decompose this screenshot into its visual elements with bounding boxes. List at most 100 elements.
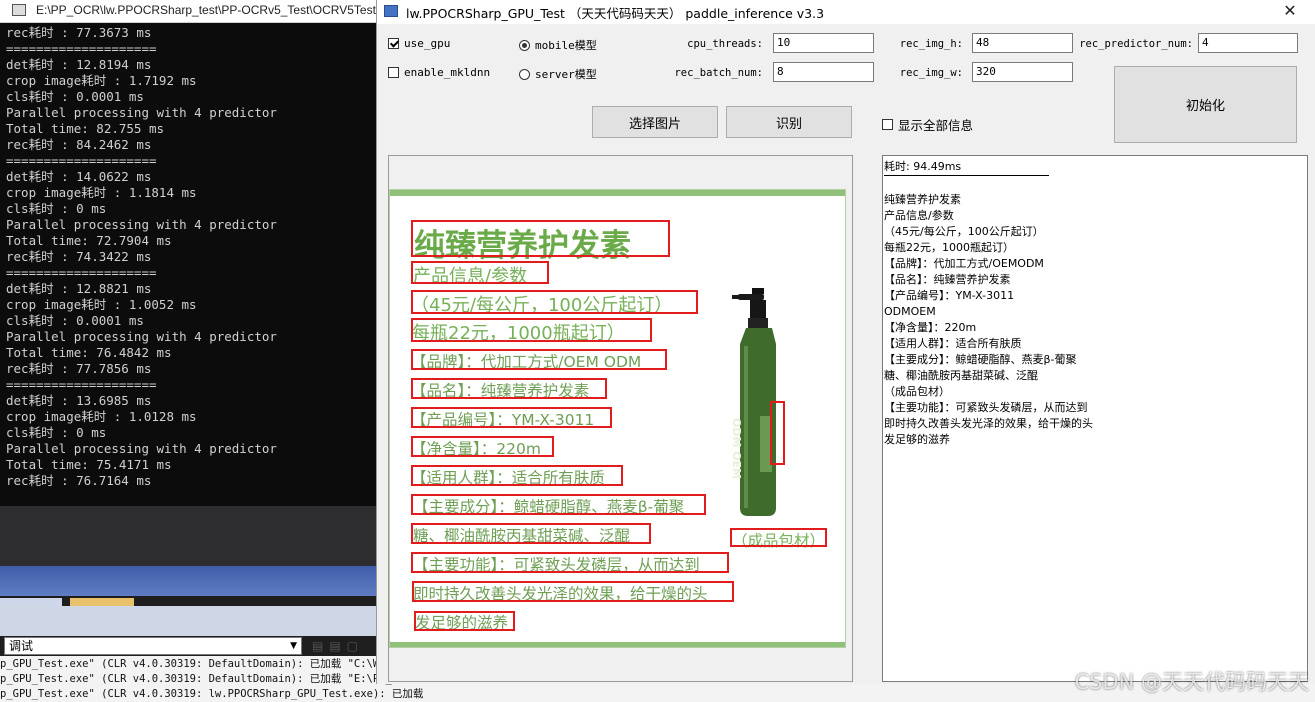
app-titlebar: lw.PPOCRSharp_GPU_Test （天天代码码天天） paddle_… (377, 0, 1315, 24)
ide-toolbar (0, 606, 380, 636)
detection-box (411, 494, 706, 515)
detection-box (411, 290, 698, 314)
detection-box (411, 261, 549, 284)
rec-img-w-input[interactable]: 320 (972, 62, 1073, 82)
detection-box (411, 436, 554, 457)
console-line: crop image耗时 : 1.0128 ms (6, 409, 197, 424)
console-line: crop image耗时 : 1.1814 ms (6, 185, 197, 200)
console-line: det耗时 : 12.8194 ms (6, 57, 152, 72)
rec-batch-num-input[interactable]: 8 (773, 62, 874, 82)
server-model-radio[interactable]: server模型 (519, 66, 597, 82)
console-line: det耗时 : 12.8821 ms (6, 281, 152, 296)
ide-editor-area (0, 506, 380, 566)
solution-config-value: 调试 (9, 639, 34, 653)
result-time-line: 耗时: 94.49ms (884, 160, 962, 173)
detection-box (412, 581, 734, 602)
console-line: ==================== (6, 377, 157, 392)
detection-box (411, 465, 623, 486)
console-line: Parallel processing with 4 predictor (6, 329, 277, 344)
console-line: cls耗时 : 0.0001 ms (6, 313, 144, 328)
console-line: Parallel processing with 4 predictor (6, 441, 277, 456)
result-line: ODMOEM (884, 305, 936, 318)
console-line: ==================== (6, 265, 157, 280)
mobile-model-radio[interactable]: mobile模型 (519, 37, 597, 53)
detection-box (411, 552, 729, 573)
console-line: rec耗时 : 74.3422 ms (6, 249, 152, 264)
result-line: （45元/每公斤，100公斤起订） (884, 225, 1044, 238)
show-all-label: 显示全部信息 (898, 118, 974, 133)
result-line: （成品包材） (884, 385, 950, 398)
ide-tab-active[interactable] (70, 598, 134, 606)
app-title: lw.PPOCRSharp_GPU_Test （天天代码码天天） paddle_… (406, 6, 825, 21)
console-line: det耗时 : 13.6985 ms (6, 393, 152, 408)
console-line: ==================== (6, 41, 157, 56)
detection-box (411, 318, 652, 342)
result-line: 发足够的滋养 (884, 433, 950, 446)
result-line: 【产品编号】：YM-X-3011 (884, 289, 1015, 302)
checkbox-box[interactable] (882, 119, 893, 130)
use-gpu-label: use_gpu (404, 37, 451, 50)
app-icon (384, 5, 398, 17)
toolbar-icons[interactable]: ▤▤▢ (312, 639, 364, 653)
cpu-threads-label: cpu_threads: (687, 38, 763, 50)
rec-predictor-num-input[interactable]: 4 (1198, 33, 1298, 53)
result-line: 【主要功能】：可紧致头发磷层，从而达到 (884, 401, 1088, 414)
rec-batch-num-label: rec_batch_num: (674, 67, 763, 79)
recognize-button[interactable]: 识别 (726, 106, 852, 138)
console-line: crop image耗时 : 1.7192 ms (6, 73, 197, 88)
detection-box (411, 378, 607, 399)
console-app-icon (12, 4, 26, 16)
result-line: 【净含量】：220m (884, 321, 977, 334)
console-line: Total time: 82.755 ms (6, 121, 165, 136)
output-line: p_GPU_Test.exe" (CLR v4.0.30319: Default… (0, 673, 392, 685)
rec-img-h-input[interactable]: 48 (972, 33, 1073, 53)
server-model-label: server模型 (535, 68, 597, 81)
console-line: Total time: 75.4171 ms (6, 457, 172, 472)
detection-box (730, 528, 827, 547)
result-line: 每瓶22元，1000瓶起订） (884, 241, 1014, 254)
checkbox-box[interactable] (388, 67, 399, 78)
result-textbox[interactable]: 耗时: 94.49ms 纯臻营养护发素 产品信息/参数 （45元/每公斤，100公斤… (882, 155, 1308, 682)
radio-dot[interactable] (519, 39, 530, 51)
checkbox-box[interactable] (388, 38, 399, 49)
detection-box (411, 523, 651, 544)
console-line: det耗时 : 14.0622 ms (6, 169, 152, 184)
detection-box (411, 407, 612, 428)
chevron-down-icon: ▼ (290, 641, 297, 651)
show-all-checkbox[interactable]: 显示全部信息 (882, 115, 973, 134)
mobile-model-label: mobile模型 (535, 39, 597, 52)
use-gpu-checkbox[interactable]: use_gpu (388, 37, 450, 50)
console-output: rec耗时 : 77.3673 ms ==================== de… (6, 25, 376, 505)
cpu-threads-input[interactable]: 10 (773, 33, 874, 53)
console-line: rec耗时 : 77.7856 ms (6, 361, 152, 376)
result-line: 糖、椰油酰胺丙基甜菜碱、泛醌 (884, 369, 1038, 382)
result-line: 即时持久改善头发光泽的效果，给干燥的头 (884, 417, 1093, 430)
result-line: 【品牌】：代加工方式/OEMODM (884, 257, 1044, 270)
output-line: p_GPU_Test.exe" (CLR v4.0.30319: Default… (0, 658, 392, 670)
console-line: rec耗时 : 77.3673 ms (6, 25, 152, 40)
detection-box (411, 220, 670, 257)
console-line: Parallel processing with 4 predictor (6, 105, 277, 120)
console-line: crop image耗时 : 1.0052 ms (6, 297, 197, 312)
ide-title-band (0, 566, 380, 596)
ide-tab[interactable] (0, 598, 62, 606)
console-line: cls耗时 : 0.0001 ms (6, 89, 144, 104)
enable-mkldnn-checkbox[interactable]: enable_mkldnn (388, 66, 490, 79)
console-window: E:\PP_OCR\lw.PPOCRSharp_test\PP-OCRv5_Te… (0, 0, 380, 506)
close-button[interactable]: ✕ (1270, 0, 1310, 22)
bottle-label-text: ODM OEM (730, 418, 743, 480)
solution-config-select[interactable]: 调试 ▼ (4, 637, 302, 655)
console-line: Total time: 76.4842 ms (6, 345, 172, 360)
rec-img-w-label: rec_img_w: (899, 67, 963, 79)
console-title: E:\PP_OCR\lw.PPOCRSharp_test\PP-OCRv5_Te… (36, 3, 376, 17)
console-line: rec耗时 : 76.7164 ms (6, 473, 152, 488)
console-line: Total time: 72.7904 ms (6, 233, 172, 248)
result-line: 产品信息/参数 (884, 209, 954, 222)
console-line: cls耗时 : 0 ms (6, 425, 107, 440)
result-line: 【适用人群】：适合所有肤质 (884, 337, 1022, 350)
detection-box (414, 611, 515, 631)
select-image-button[interactable]: 选择图片 (592, 106, 718, 138)
radio-dot[interactable] (519, 68, 530, 80)
init-button[interactable]: 初始化 (1114, 66, 1297, 143)
result-line: 【主要成分】：鲸蜡硬脂醇、燕麦β-葡聚 (884, 353, 1077, 366)
